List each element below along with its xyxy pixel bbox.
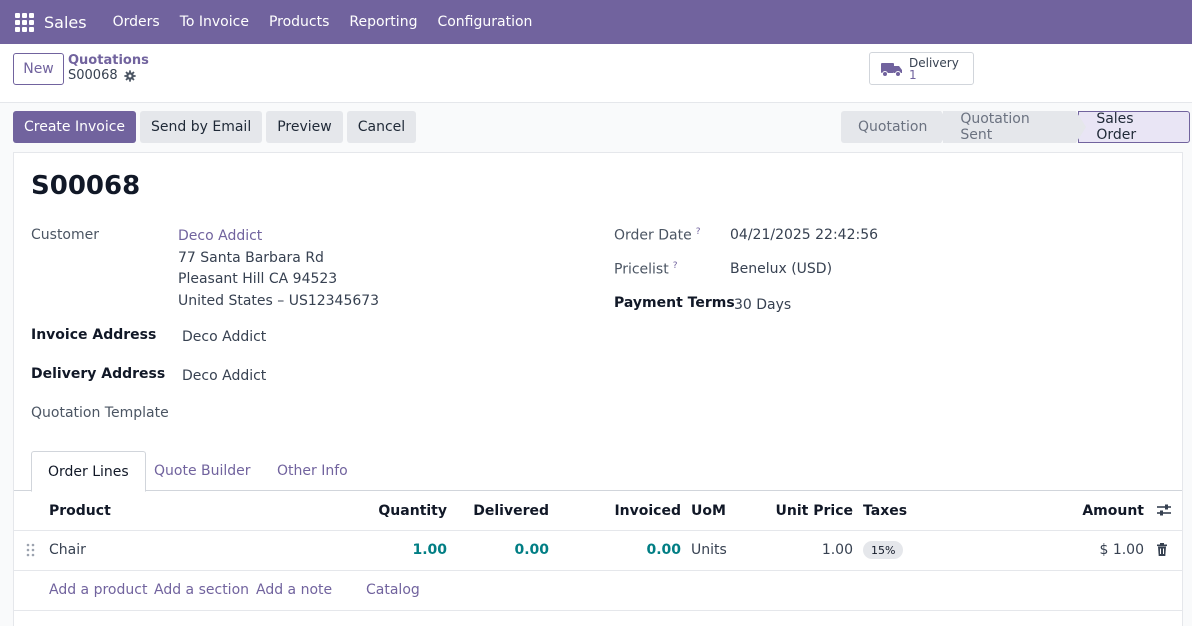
invoice-address-label: Invoice Address bbox=[31, 327, 157, 343]
cell-uom[interactable]: Units bbox=[691, 542, 727, 558]
col-delivered[interactable]: Delivered bbox=[473, 503, 549, 519]
customer-address-line: Pleasant Hill CA 94523 bbox=[178, 271, 338, 287]
delivery-smart-button[interactable]: Delivery 1 bbox=[869, 52, 974, 85]
app-grid-icon[interactable] bbox=[14, 12, 34, 32]
cell-quantity[interactable]: 1.00 bbox=[412, 542, 447, 558]
top-navbar: Sales Orders To Invoice Products Reporti… bbox=[0, 0, 1192, 44]
stage-sales-order[interactable]: Sales Order bbox=[1078, 111, 1190, 143]
customer-address-line: United States – US12345673 bbox=[178, 293, 380, 309]
pricelist-label: Pricelist? bbox=[614, 261, 678, 278]
trash-icon[interactable] bbox=[1156, 543, 1168, 556]
col-product[interactable]: Product bbox=[49, 503, 111, 519]
col-uom[interactable]: UoM bbox=[691, 503, 726, 519]
delivery-count: 1 bbox=[909, 67, 917, 82]
delivery-info: Delivery 1 bbox=[909, 57, 959, 81]
pricelist-label-text: Pricelist bbox=[614, 261, 669, 278]
menu-configuration[interactable]: Configuration bbox=[437, 14, 532, 30]
record-name: S00068 bbox=[68, 68, 118, 83]
record-title: S00068 bbox=[31, 171, 141, 201]
cell-invoiced[interactable]: 0.00 bbox=[646, 542, 681, 558]
add-section-link[interactable]: Add a section bbox=[154, 582, 249, 598]
breadcrumb-quotations[interactable]: Quotations bbox=[68, 53, 149, 68]
row-divider bbox=[14, 610, 1182, 611]
control-panel: New Quotations S00068 Delivery 1 bbox=[0, 44, 1192, 103]
quotation-template-label: Quotation Template bbox=[31, 405, 169, 421]
cancel-button[interactable]: Cancel bbox=[346, 111, 417, 143]
app-name[interactable]: Sales bbox=[44, 13, 87, 32]
payment-terms-label: Payment Terms bbox=[614, 295, 735, 311]
help-icon[interactable]: ? bbox=[673, 261, 678, 271]
menu-products[interactable]: Products bbox=[269, 14, 329, 30]
invoice-address-field[interactable]: Deco Addict bbox=[182, 329, 266, 345]
add-note-link[interactable]: Add a note bbox=[256, 582, 332, 598]
col-taxes[interactable]: Taxes bbox=[863, 503, 907, 519]
order-date-label: Order Date? bbox=[614, 227, 700, 244]
action-buttons: Create Invoice Send by Email Preview Can… bbox=[13, 111, 417, 143]
menu-orders[interactable]: Orders bbox=[113, 14, 160, 30]
cell-amount[interactable]: $ 1.00 bbox=[1099, 542, 1144, 558]
payment-terms-field[interactable]: 30 Days bbox=[734, 297, 791, 313]
delivery-address-field[interactable]: Deco Addict bbox=[182, 368, 266, 384]
tax-badge[interactable]: 15% bbox=[863, 541, 904, 559]
cell-unit-price[interactable]: 1.00 bbox=[822, 542, 853, 558]
row-divider bbox=[14, 570, 1182, 571]
menu-to-invoice[interactable]: To Invoice bbox=[180, 14, 249, 30]
catalog-link[interactable]: Catalog bbox=[366, 582, 420, 598]
customer-label: Customer bbox=[31, 227, 100, 243]
optional-columns-icon[interactable] bbox=[1157, 503, 1171, 517]
new-button[interactable]: New bbox=[13, 53, 64, 85]
tab-quote-builder[interactable]: Quote Builder bbox=[138, 451, 267, 491]
cell-delivered[interactable]: 0.00 bbox=[514, 542, 549, 558]
gear-icon[interactable] bbox=[123, 69, 136, 82]
drag-handle-icon[interactable] bbox=[26, 543, 36, 557]
order-date-field[interactable]: 04/21/2025 22:42:56 bbox=[730, 227, 878, 243]
pricelist-field[interactable]: Benelux (USD) bbox=[730, 261, 832, 277]
help-icon[interactable]: ? bbox=[696, 227, 701, 237]
col-unit-price[interactable]: Unit Price bbox=[776, 503, 853, 519]
tab-order-lines[interactable]: Order Lines bbox=[31, 451, 146, 492]
breadcrumb-current: S00068 bbox=[68, 68, 136, 83]
preview-button[interactable]: Preview bbox=[266, 111, 343, 143]
add-product-link[interactable]: Add a product bbox=[49, 582, 147, 598]
form-sheet: S00068 Customer Deco Addict 77 Santa Bar… bbox=[13, 152, 1183, 626]
menu-reporting[interactable]: Reporting bbox=[349, 14, 417, 30]
col-quantity[interactable]: Quantity bbox=[378, 503, 447, 519]
customer-link[interactable]: Deco Addict bbox=[178, 228, 262, 244]
delivery-label: Delivery bbox=[909, 55, 959, 70]
cell-product[interactable]: Chair bbox=[49, 542, 86, 558]
row-divider bbox=[14, 530, 1182, 531]
tab-other-info[interactable]: Other Info bbox=[261, 451, 364, 491]
col-amount[interactable]: Amount bbox=[1082, 503, 1144, 519]
send-by-email-button[interactable]: Send by Email bbox=[140, 111, 263, 143]
stage-quotation[interactable]: Quotation bbox=[841, 111, 952, 143]
delivery-address-label: Delivery Address bbox=[31, 366, 166, 382]
truck-icon bbox=[881, 62, 902, 77]
create-invoice-button[interactable]: Create Invoice bbox=[13, 111, 137, 143]
status-bar: Quotation Quotation Sent Sales Order bbox=[841, 111, 1192, 143]
col-invoiced[interactable]: Invoiced bbox=[614, 503, 681, 519]
stage-quotation-sent[interactable]: Quotation Sent bbox=[943, 111, 1087, 143]
customer-address-line: 77 Santa Barbara Rd bbox=[178, 250, 324, 266]
notebook-tabs: Order Lines Quote Builder Other Info bbox=[14, 451, 1182, 492]
order-date-label-text: Order Date bbox=[614, 227, 692, 244]
